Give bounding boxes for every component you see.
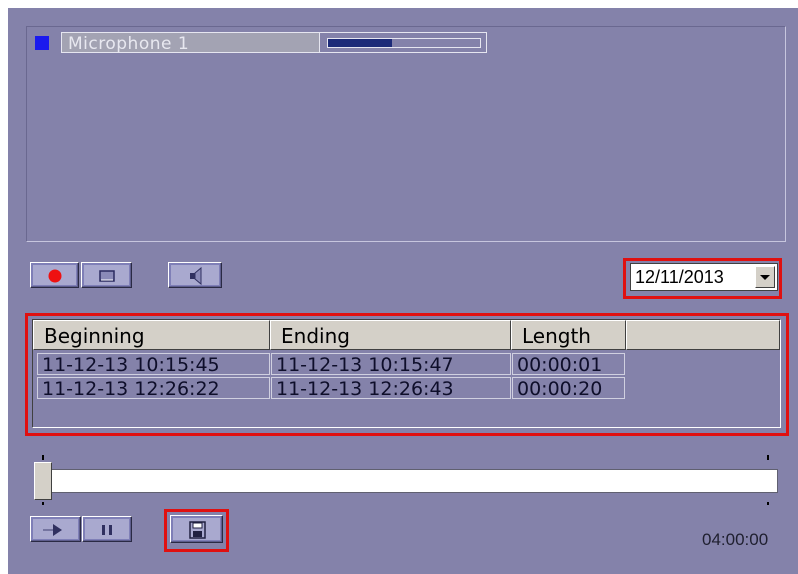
mute-button[interactable] bbox=[168, 262, 222, 288]
column-header-filler bbox=[626, 320, 780, 350]
record-icon bbox=[48, 269, 62, 283]
pause-icon bbox=[102, 525, 112, 535]
record-button[interactable] bbox=[30, 262, 79, 288]
date-dropdown-button[interactable] bbox=[755, 266, 775, 288]
column-header-length[interactable]: Length bbox=[511, 320, 626, 350]
cell-length: 00:00:20 bbox=[512, 377, 625, 400]
cell-beginning: 11-12-13 10:15:45 bbox=[37, 353, 270, 376]
slider-end-tick bbox=[767, 455, 769, 460]
stop-icon bbox=[99, 270, 115, 282]
channel-area bbox=[26, 26, 786, 242]
slider-end-tick-bottom bbox=[767, 502, 769, 505]
slider-start-tick bbox=[42, 455, 44, 460]
cell-length: 00:00:01 bbox=[512, 353, 625, 376]
level-meter bbox=[327, 38, 481, 48]
recordings-table[interactable]: Beginning Ending Length 11-12-13 10:15:4… bbox=[32, 319, 781, 428]
cell-beginning: 11-12-13 12:26:22 bbox=[37, 377, 270, 400]
pause-button[interactable] bbox=[82, 516, 132, 542]
channel-name: Microphone 1 bbox=[68, 34, 190, 54]
play-button[interactable] bbox=[30, 516, 81, 542]
timeline-slider[interactable] bbox=[38, 469, 778, 493]
column-header-beginning[interactable]: Beginning bbox=[33, 320, 270, 350]
play-icon bbox=[43, 524, 62, 536]
chevron-down-icon bbox=[760, 275, 770, 280]
timeline-slider-thumb[interactable] bbox=[34, 462, 52, 500]
speaker-icon bbox=[190, 266, 202, 286]
column-header-ending[interactable]: Ending bbox=[270, 320, 511, 350]
timeline-duration: 04:00:00 bbox=[702, 530, 769, 549]
cell-ending: 11-12-13 12:26:43 bbox=[271, 377, 511, 400]
level-meter-fill bbox=[328, 39, 392, 47]
save-button[interactable] bbox=[170, 515, 223, 543]
stop-button[interactable] bbox=[81, 262, 132, 288]
cell-ending: 11-12-13 10:15:47 bbox=[271, 353, 511, 376]
date-value: 12/11/2013 bbox=[635, 267, 724, 287]
channel-name-box: Microphone 1 bbox=[62, 33, 320, 54]
date-picker[interactable]: 12/11/2013 bbox=[630, 263, 778, 291]
slider-start-tick-bottom bbox=[42, 502, 44, 505]
save-icon bbox=[189, 521, 206, 539]
channel-color-indicator bbox=[35, 36, 49, 50]
channel-strip[interactable]: Microphone 1 bbox=[61, 32, 487, 54]
